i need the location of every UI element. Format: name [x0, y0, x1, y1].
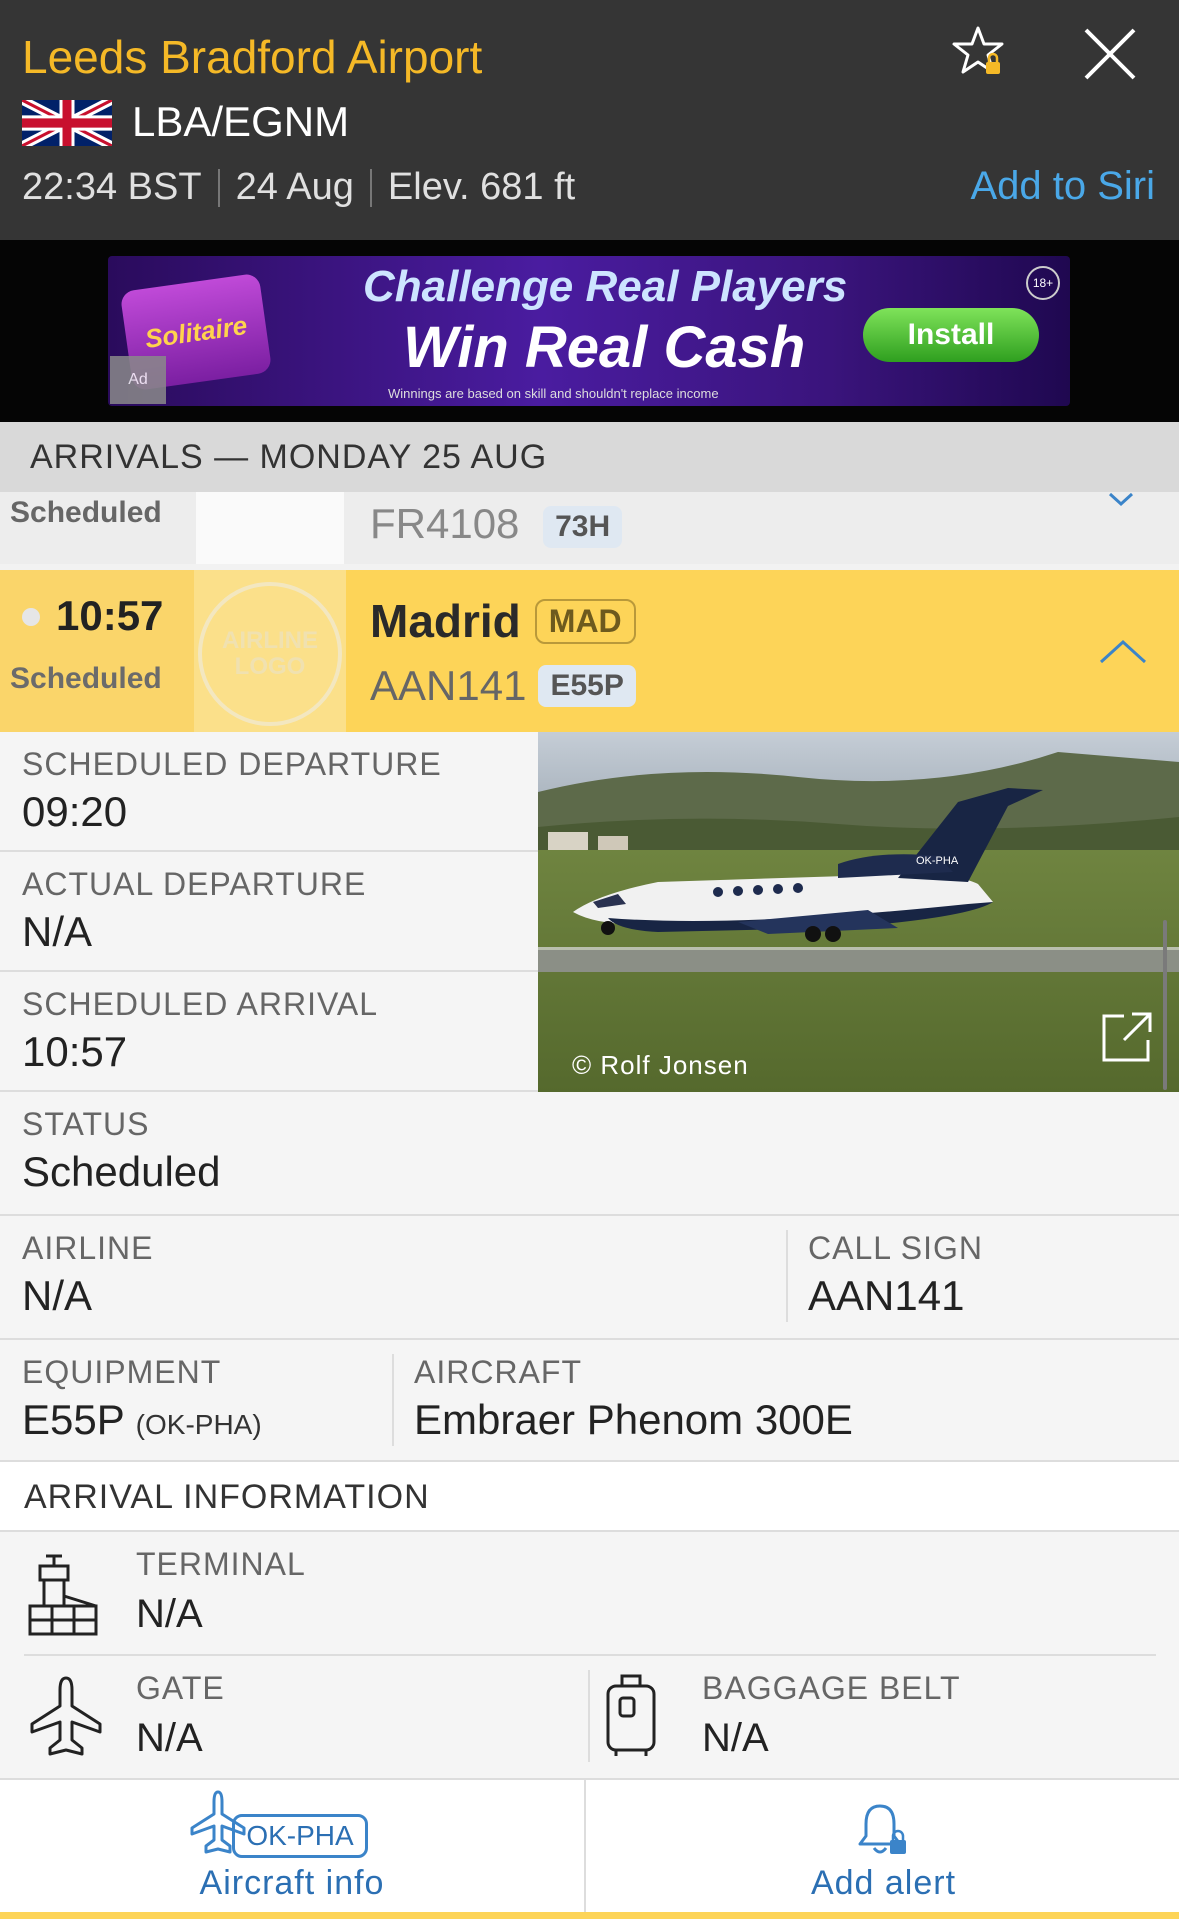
scroll-indicator[interactable] — [1163, 920, 1167, 1090]
airport-header: Leeds Bradford Airport LBA/EGNM 22:34 BS… — [0, 0, 1179, 240]
flight-number: AAN141 E55P — [370, 662, 636, 710]
status-label: STATUS — [22, 1106, 150, 1142]
ad-install-button[interactable]: Install — [863, 308, 1039, 362]
airline-logo: AIRLINE LOGO — [194, 570, 346, 732]
flight-number-text: AAN141 — [370, 662, 527, 709]
equipment-code: E55P — [22, 1396, 124, 1443]
flight-number-text: FR4108 — [370, 500, 520, 547]
united-kingdom-flag — [22, 100, 112, 146]
status-cell: STATUS Scheduled — [0, 1092, 1179, 1216]
airport-name: Leeds Bradford Airport — [22, 31, 483, 83]
actual-departure-value: N/A — [22, 908, 93, 955]
airline-logo-placeholder: AIRLINE LOGO — [198, 582, 342, 726]
close-icon[interactable] — [1078, 22, 1142, 86]
divider — [217, 168, 220, 207]
registration: (OK-PHA) — [135, 1409, 262, 1440]
gate-label: GATE — [136, 1670, 225, 1706]
equipment-tag: E55P — [538, 665, 636, 707]
expand-icon[interactable] — [1098, 1010, 1154, 1066]
ad-banner[interactable]: Solitaire Challenge Real Players Win Rea… — [108, 256, 1070, 406]
terminal-value: N/A — [136, 1592, 203, 1636]
add-to-siri-link[interactable]: Add to Siri — [970, 164, 1155, 209]
divider — [786, 1230, 788, 1322]
ad-choices-icon[interactable]: Ad — [110, 356, 166, 404]
airline-label: AIRLINE — [22, 1230, 154, 1266]
airport-codes: LBA/EGNM — [132, 98, 350, 145]
ad-age-badge: 18+ — [1026, 266, 1060, 300]
flight-row-previous[interactable]: Scheduled FR4108 73H — [0, 492, 1179, 564]
gate-value: N/A — [136, 1716, 203, 1760]
scheduled-departure-label: SCHEDULED DEPARTURE — [22, 746, 442, 782]
local-date: 24 Aug — [235, 166, 354, 208]
divider — [369, 168, 372, 207]
actual-departure-label: ACTUAL DEPARTURE — [22, 866, 367, 902]
scheduled-arrival-label: SCHEDULED ARRIVAL — [22, 986, 379, 1022]
divider — [392, 1354, 394, 1446]
star-lock-icon[interactable] — [950, 22, 1010, 82]
status-value: Scheduled — [22, 1148, 221, 1195]
airline-value: N/A — [22, 1272, 93, 1319]
actual-departure-cell: ACTUAL DEPARTURE N/A — [0, 852, 538, 972]
call-sign-label: CALL SIGN — [808, 1230, 983, 1266]
add-alert-button[interactable]: Add alert — [588, 1780, 1179, 1919]
equipment-value: E55P (OK-PHA) — [22, 1396, 262, 1444]
elevation: Elev. 681 ft — [387, 166, 576, 208]
equipment-label: EQUIPMENT — [22, 1354, 222, 1390]
flight-number: FR4108 73H — [370, 500, 623, 548]
flight-status: Scheduled — [10, 662, 162, 695]
equipment-aircraft-row: EQUIPMENT E55P (OK-PHA) AIRCRAFT Embraer… — [0, 1340, 1179, 1462]
ad-subheadline: Win Real Cash — [403, 315, 806, 380]
chevron-down-icon — [1108, 492, 1134, 507]
bell-lock-icon — [858, 1804, 906, 1854]
arrivals-section-header: ARRIVALS — MONDAY 25 AUG — [0, 422, 1179, 492]
registration-chip: OK-PHA — [232, 1814, 368, 1858]
terminal-label: TERMINAL — [136, 1546, 306, 1582]
bottom-action-bar: OK-PHA Aircraft info Add alert — [0, 1778, 1179, 1919]
aircraft-label: AIRCRAFT — [414, 1354, 582, 1390]
flight-row-selected[interactable]: 10:57 Scheduled AIRLINE LOGO Madrid MAD … — [0, 570, 1179, 732]
aircraft-photo-image: OK-PHA — [538, 732, 1179, 1092]
airline-callsign-row: AIRLINE N/A CALL SIGN AAN141 — [0, 1216, 1179, 1340]
aircraft-value: Embraer Phenom 300E — [414, 1396, 853, 1443]
scheduled-departure-value: 09:20 — [22, 788, 128, 835]
aircraft-photo[interactable]: OK-PHA © Rolf Jonsen — [538, 732, 1179, 1092]
accent-bar — [0, 1912, 1179, 1919]
divider — [588, 1670, 590, 1762]
arrival-information: TERMINAL N/A GATE N/A BAGGAGE BELT N/A — [0, 1532, 1179, 1778]
flight-status: Scheduled — [10, 496, 162, 529]
ad-headline: Challenge Real Players — [363, 262, 848, 311]
local-time: 22:34 BST — [22, 166, 202, 208]
status-dot — [22, 608, 40, 626]
chevron-up-icon[interactable] — [1098, 636, 1148, 666]
destination-city: Madrid — [370, 595, 521, 647]
aircraft-info-button[interactable]: OK-PHA Aircraft info — [0, 1780, 586, 1919]
baggage-icon — [606, 1674, 656, 1756]
add-alert-label: Add alert — [810, 1864, 957, 1902]
destination: Madrid MAD — [370, 594, 636, 648]
baggage-belt-value: N/A — [702, 1716, 769, 1760]
ad-fine-print: Winnings are based on skill and shouldn'… — [388, 386, 719, 401]
airport-meta: 22:34 BST 24 Aug Elev. 681 ft — [22, 166, 575, 209]
baggage-belt-label: BAGGAGE BELT — [702, 1670, 961, 1706]
scheduled-arrival-value: 10:57 — [22, 1028, 128, 1075]
aircraft-tail-text: OK-PHA — [916, 855, 959, 867]
flight-time: 10:57 — [56, 592, 164, 639]
divider — [24, 1654, 1156, 1656]
flight-time-cell: 10:57 Scheduled — [0, 570, 194, 732]
control-tower-icon — [28, 1554, 98, 1636]
airplane-icon — [30, 1676, 102, 1756]
photo-credit: © Rolf Jonsen — [572, 1050, 749, 1080]
airline-logo — [196, 492, 344, 564]
equipment-tag: 73H — [543, 505, 623, 548]
ad-banner-area: Solitaire Challenge Real Players Win Rea… — [0, 240, 1179, 422]
scheduled-departure-cell: SCHEDULED DEPARTURE 09:20 — [0, 732, 538, 852]
call-sign-value: AAN141 — [808, 1272, 965, 1319]
aircraft-info-label: Aircraft info — [199, 1864, 385, 1902]
arrival-information-header: ARRIVAL INFORMATION — [0, 1462, 1179, 1532]
destination-code: MAD — [534, 598, 636, 644]
scheduled-arrival-cell: SCHEDULED ARRIVAL 10:57 — [0, 972, 538, 1092]
